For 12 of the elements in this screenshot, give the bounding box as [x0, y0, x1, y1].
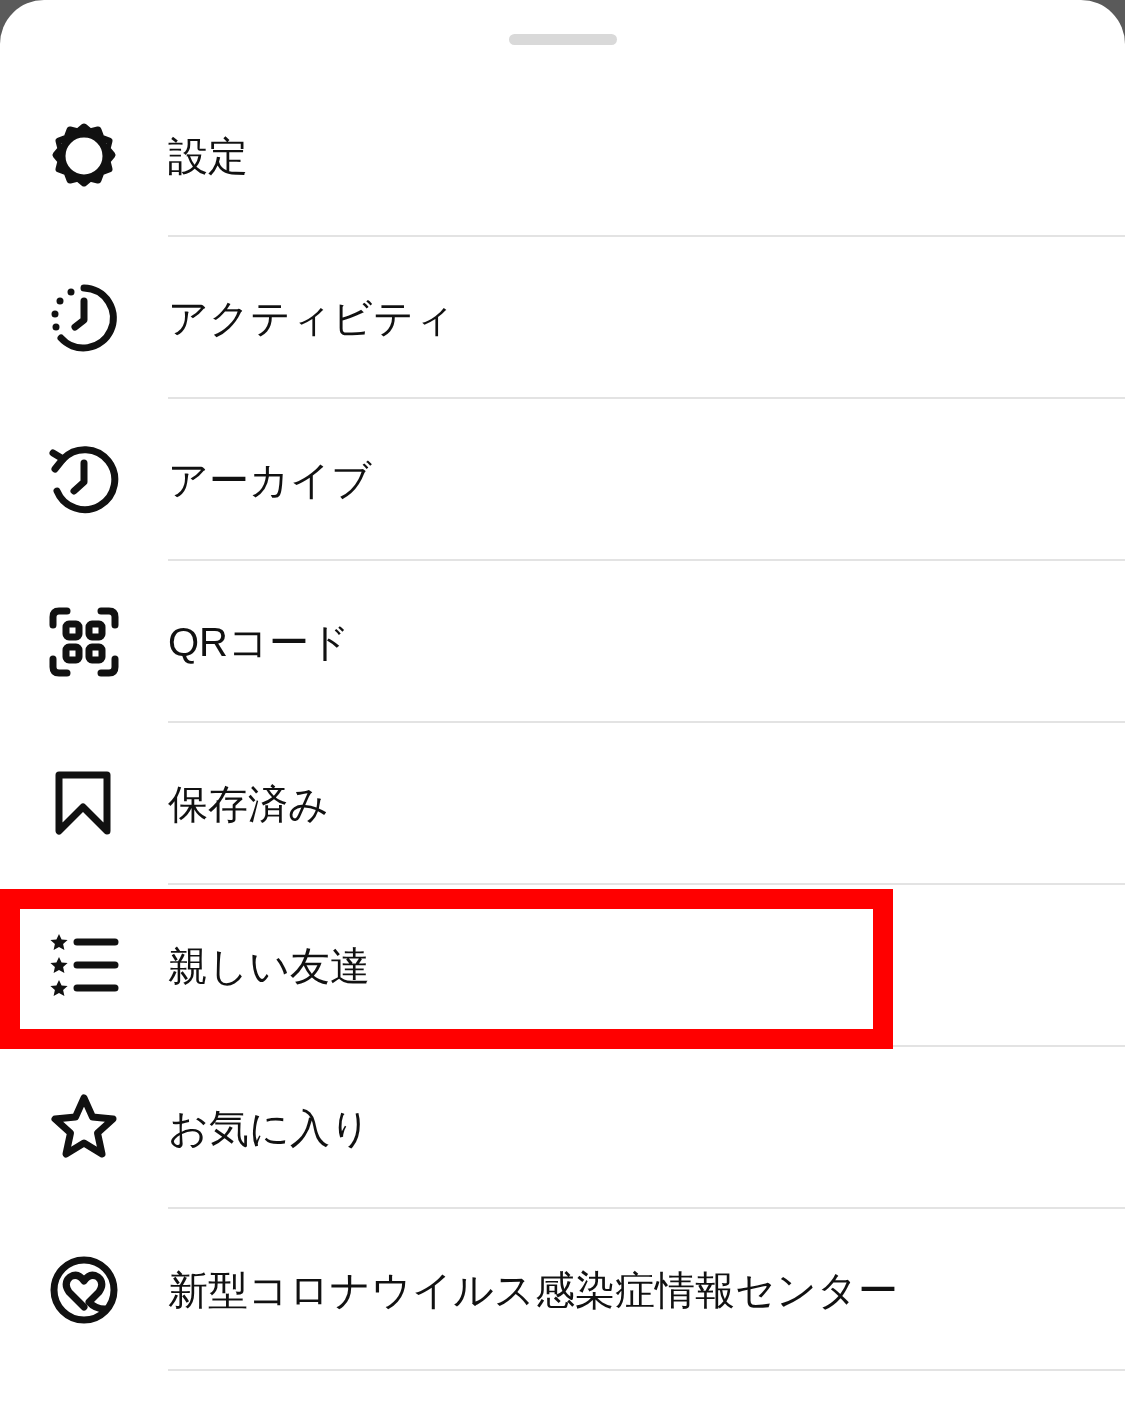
- menu-item[interactable]: 新型コロナウイルス感染症情報センター: [168, 1258, 898, 1320]
- qr-code-icon: [48, 607, 119, 677]
- heart-circle-icon: [48, 1255, 119, 1325]
- history-icon: [48, 445, 119, 515]
- menu-item[interactable]: アーカイブ: [168, 448, 372, 510]
- menu-item[interactable]: QRコード: [168, 610, 350, 672]
- menu-item[interactable]: 親しい友達: [168, 934, 370, 996]
- menu-item[interactable]: 保存済み: [168, 772, 329, 834]
- menu-item[interactable]: アクティビティ: [168, 286, 455, 348]
- menu-item[interactable]: 設定: [168, 124, 248, 186]
- drag-handle[interactable]: [508, 34, 617, 45]
- menu-item[interactable]: お気に入り: [168, 1096, 371, 1158]
